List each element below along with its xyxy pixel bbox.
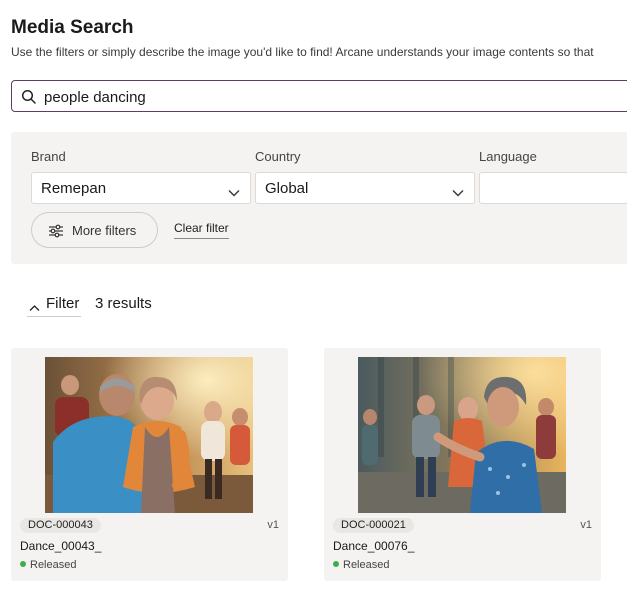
doc-id-badge: DOC-000043 [20, 518, 101, 533]
chevron-down-icon [228, 184, 240, 197]
status-badge: Released [333, 559, 389, 571]
country-select-value: Global [265, 180, 309, 197]
language-select[interactable] [479, 172, 627, 204]
status-label: Released [343, 559, 390, 571]
filter-toggle[interactable]: Filter [27, 295, 82, 317]
media-name[interactable]: Dance_00076_ [333, 539, 414, 553]
version-label: v1 [267, 519, 279, 531]
brand-filter-label: Brand [31, 149, 66, 164]
brand-select[interactable]: Remepan [31, 172, 251, 204]
search-bar[interactable] [11, 80, 627, 112]
version-label: v1 [580, 519, 592, 531]
doc-id-badge: DOC-000021 [333, 518, 414, 533]
media-card[interactable]: DOC-000043 v1 Dance_00043_ Released [11, 348, 288, 581]
filter-toggle-label: Filter [46, 295, 80, 312]
brand-select-value: Remepan [41, 180, 107, 197]
results-count: 3 results [95, 295, 152, 312]
media-thumbnail[interactable] [358, 357, 566, 513]
chevron-down-icon [452, 184, 464, 197]
media-thumbnail[interactable] [45, 357, 253, 513]
media-card[interactable]: DOC-000021 v1 Dance_00076_ Released [324, 348, 601, 581]
more-filters-button[interactable]: More filters [31, 212, 158, 248]
search-input[interactable] [44, 86, 604, 108]
country-select[interactable]: Global [255, 172, 475, 204]
page-title: Media Search [11, 17, 134, 38]
search-icon [21, 89, 37, 105]
media-name[interactable]: Dance_00043_ [20, 539, 101, 553]
status-label: Released [30, 559, 77, 571]
status-badge: Released [20, 559, 76, 571]
chevron-up-icon [29, 299, 40, 311]
sliders-icon [48, 223, 64, 239]
status-dot-icon [333, 561, 339, 567]
status-dot-icon [20, 561, 26, 567]
filters-panel: Brand Remepan Country Global Language Mo… [11, 132, 627, 264]
more-filters-label: More filters [72, 223, 137, 238]
language-filter-label: Language [479, 149, 537, 164]
page-subtitle: Use the filters or simply describe the i… [11, 45, 594, 59]
country-filter-label: Country [255, 149, 301, 164]
clear-filter-link[interactable]: Clear filter [174, 221, 229, 239]
